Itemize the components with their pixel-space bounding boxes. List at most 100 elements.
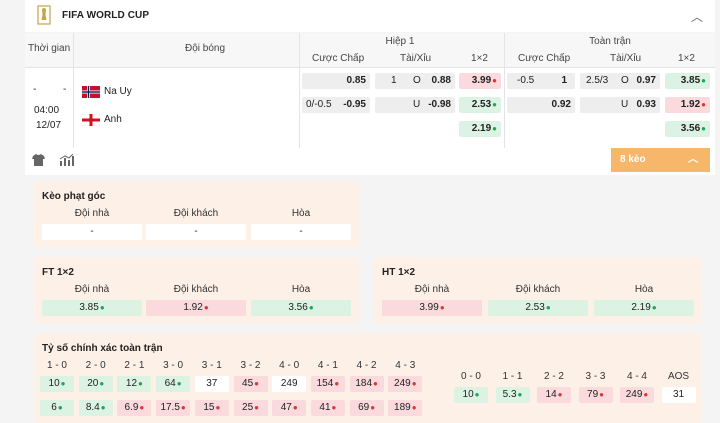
score-label: 3 - 3 bbox=[585, 371, 606, 382]
odds-away[interactable]: 2.53● bbox=[488, 300, 588, 316]
league-title: FIFA WORLD CUP bbox=[62, 10, 150, 21]
world-cup-trophy-icon bbox=[37, 5, 51, 25]
score-label: 3 - 2 bbox=[240, 360, 261, 371]
chevron-up-icon[interactable]: ︿ bbox=[691, 8, 703, 25]
market-title: FT 1×2 bbox=[42, 267, 74, 278]
home-team[interactable]: Na Uy bbox=[104, 86, 132, 97]
score-odds[interactable]: 189● bbox=[388, 400, 423, 416]
odds-away[interactable]: - bbox=[146, 224, 246, 240]
chevron-up-icon: ︿ bbox=[688, 154, 698, 165]
score-odds[interactable]: 184● bbox=[349, 376, 384, 392]
match-date: 12/07 bbox=[36, 120, 62, 131]
score-odds[interactable]: 10● bbox=[40, 376, 74, 392]
norway-flag-icon bbox=[82, 86, 100, 98]
england-flag-icon bbox=[82, 114, 100, 126]
h1-ou-under[interactable]: U -0.98 bbox=[375, 97, 455, 113]
score-odds[interactable]: 25● bbox=[233, 400, 268, 416]
bar-chart-icon[interactable] bbox=[59, 154, 74, 166]
score-label: 3 - 1 bbox=[201, 360, 222, 371]
score-label: 4 - 2 bbox=[356, 360, 377, 371]
h1-1x2-away[interactable]: 2.53● bbox=[459, 97, 501, 113]
match-toolbar: 8 kèo ︿ bbox=[25, 148, 715, 175]
col-team: Đội bóng bbox=[184, 43, 226, 54]
score-odds[interactable]: 249● bbox=[620, 387, 654, 403]
market-title: HT 1×2 bbox=[382, 267, 416, 278]
col-h1-ou: Tài/Xỉu bbox=[400, 53, 432, 64]
away-team[interactable]: Anh bbox=[104, 114, 122, 125]
shirt-icon[interactable] bbox=[32, 154, 45, 166]
ft-ou-over[interactable]: 2.5/3 O 0.97 bbox=[580, 73, 660, 89]
score-label: 4 - 4 bbox=[626, 371, 647, 382]
ft-1x2-home[interactable]: 3.85● bbox=[665, 73, 710, 89]
score-label: 1 - 1 bbox=[502, 371, 523, 382]
col-ft-handicap: Cược Chấp bbox=[518, 53, 571, 64]
odds-draw[interactable]: 2.19● bbox=[594, 300, 694, 316]
ht-1x2-market: HT 1×2 Đội nhà Đội khách Hòa 3.99● 2.53●… bbox=[374, 257, 702, 323]
score-odds[interactable]: 31 bbox=[661, 387, 696, 403]
market-title: Tỷ số chính xác toàn trận bbox=[42, 343, 163, 354]
score-odds[interactable]: 6● bbox=[40, 400, 74, 416]
col-half1: Hiệp 1 bbox=[385, 36, 415, 47]
h1-1x2-draw[interactable]: 2.19● bbox=[459, 121, 501, 137]
score-odds[interactable]: 45● bbox=[233, 376, 268, 392]
label-home: Đội nhà bbox=[414, 284, 450, 295]
score-odds[interactable]: 15● bbox=[194, 400, 229, 416]
score-label: 4 - 0 bbox=[279, 360, 300, 371]
score-label: 4 - 3 bbox=[395, 360, 416, 371]
score-label: 1 - 0 bbox=[46, 360, 67, 371]
score-odds[interactable]: 12● bbox=[117, 376, 152, 392]
score-odds[interactable]: 79● bbox=[578, 387, 613, 403]
score-odds[interactable]: 249 bbox=[272, 376, 307, 392]
ft-ou-under[interactable]: U 0.93 bbox=[580, 97, 660, 113]
score-label: 2 - 1 bbox=[124, 360, 145, 371]
score-odds[interactable]: 37 bbox=[194, 376, 229, 392]
odds-away[interactable]: 1.92● bbox=[146, 300, 246, 316]
score-odds[interactable]: 154● bbox=[310, 376, 345, 392]
time-dash: - bbox=[33, 84, 37, 95]
score-odds[interactable]: 41● bbox=[310, 400, 345, 416]
ft-handicap-home[interactable]: -0.5 1 bbox=[507, 73, 575, 89]
odds-table: Thời gian Đội bóng Hiệp 1 Toàn trận Cược… bbox=[25, 33, 715, 148]
ft-1x2-away[interactable]: 1.92● bbox=[665, 97, 710, 113]
label-draw: Hòa bbox=[634, 284, 654, 295]
score-odds[interactable]: 5.3● bbox=[495, 387, 530, 403]
score-odds[interactable]: 14● bbox=[537, 387, 571, 403]
score-odds[interactable]: 17.5● bbox=[156, 400, 191, 416]
ft-handicap-away[interactable]: 0.92 bbox=[507, 97, 575, 113]
score-odds[interactable]: 10● bbox=[454, 387, 488, 403]
odds-home[interactable]: 3.85● bbox=[42, 300, 142, 316]
score-odds[interactable]: 47● bbox=[272, 400, 307, 416]
col-h1-1x2: 1×2 bbox=[471, 53, 488, 64]
odds-draw[interactable]: 3.56● bbox=[251, 300, 351, 316]
score-odds[interactable]: 69● bbox=[349, 400, 384, 416]
h1-handicap-away[interactable]: 0/-0.5 -0.95 bbox=[302, 97, 370, 113]
label-away: Đội khách bbox=[173, 208, 219, 219]
odds-draw[interactable]: - bbox=[251, 224, 351, 240]
ft-1x2-draw[interactable]: 3.56● bbox=[665, 121, 710, 137]
score-odds[interactable]: 64● bbox=[156, 376, 191, 392]
label-away: Đội khách bbox=[173, 284, 219, 295]
league-header[interactable]: FIFA WORLD CUP ︿ bbox=[25, 0, 715, 32]
col-h1-handicap: Cược Chấp bbox=[312, 53, 365, 64]
h1-ou-over[interactable]: 1 O 0.88 bbox=[375, 73, 455, 89]
h1-handicap-home[interactable]: 0.85 bbox=[302, 73, 370, 89]
label-draw: Hòa bbox=[291, 284, 311, 295]
h1-1x2-home[interactable]: 3.99● bbox=[459, 73, 501, 89]
ft-1x2-market: FT 1×2 Đội nhà Đội khách Hòa 3.85● 1.92●… bbox=[34, 257, 360, 323]
label-draw: Hòa bbox=[291, 208, 311, 219]
score-odds[interactable]: 6.9● bbox=[117, 400, 152, 416]
corner-kick-market: Kèo phạt góc Đội nhà Đội khách Hòa - - - bbox=[34, 181, 360, 247]
label-away: Đội khách bbox=[515, 284, 561, 295]
score-label: 4 - 1 bbox=[317, 360, 338, 371]
match-time: 04:00 bbox=[34, 105, 60, 116]
more-bets-button[interactable]: 8 kèo ︿ bbox=[611, 148, 710, 172]
score-odds[interactable]: 249● bbox=[388, 376, 423, 392]
odds-home[interactable]: 3.99● bbox=[382, 300, 482, 316]
odds-home[interactable]: - bbox=[42, 224, 142, 240]
score-label: 0 - 0 bbox=[460, 371, 481, 382]
score-odds[interactable]: 8.4● bbox=[78, 400, 113, 416]
score-label: AOS bbox=[667, 371, 690, 382]
correct-score-market: Tỷ số chính xác toàn trận 1 - 0 10● 6● 2 - … bbox=[34, 333, 702, 423]
time-dash: - bbox=[63, 84, 67, 95]
score-odds[interactable]: 20● bbox=[78, 376, 113, 392]
